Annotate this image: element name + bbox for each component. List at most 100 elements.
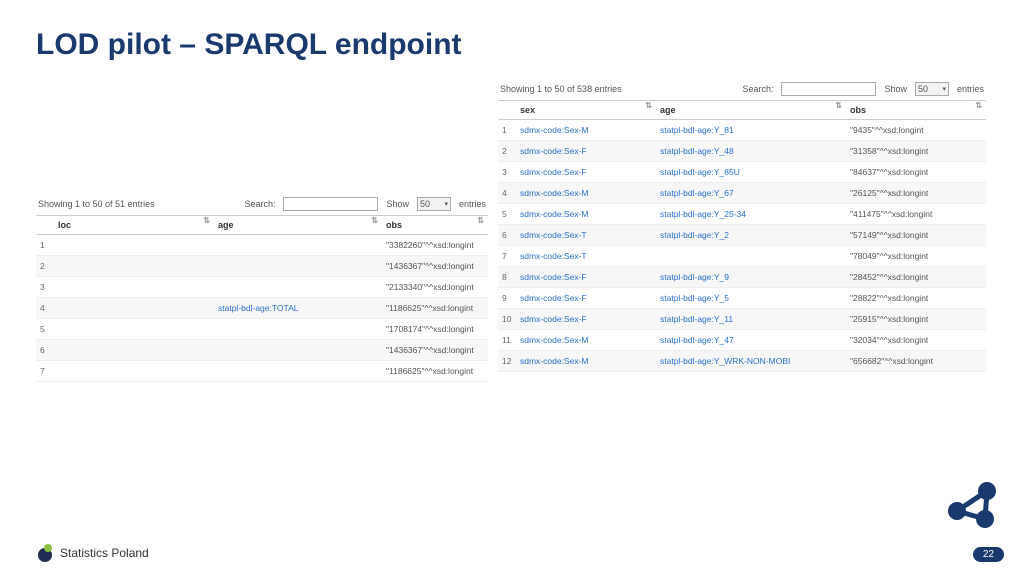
search-input[interactable]	[283, 197, 378, 211]
col-obs[interactable]: obs⇅	[382, 216, 488, 235]
table-row: 11sdmx-code:Sex-Mstatpl-bdl-age:Y_47"320…	[498, 330, 986, 351]
showing-text: Showing 1 to 50 of 538 entries	[500, 84, 622, 94]
col-loc[interactable]: loc⇅	[54, 216, 214, 235]
page-size-value: 50	[918, 84, 928, 94]
row-index: 5	[498, 204, 516, 225]
col-sex[interactable]: sex⇅	[516, 101, 656, 120]
table-row: 4statpl-bdl-age:TOTAL"1186625"^^xsd:long…	[36, 298, 488, 319]
table-row: 7 "1186625"^^xsd:longint	[36, 361, 488, 382]
cell-loc[interactable]	[54, 340, 214, 361]
page-size-select[interactable]: 50 ▾	[417, 197, 451, 211]
page-size-select[interactable]: 50 ▾	[915, 82, 949, 96]
table-row: 8sdmx-code:Sex-Fstatpl-bdl-age:Y_9"28452…	[498, 267, 986, 288]
logo-icon	[36, 544, 54, 562]
cell-age[interactable]: statpl-bdl-age:Y_2	[656, 225, 846, 246]
row-index: 1	[498, 120, 516, 141]
col-index[interactable]	[498, 101, 516, 120]
cell-sex[interactable]: sdmx-code:Sex-F	[516, 288, 656, 309]
table-row: 7sdmx-code:Sex-T "78049"^^xsd:longint	[498, 246, 986, 267]
cell-age[interactable]: statpl-bdl-age:Y_48	[656, 141, 846, 162]
cell-loc[interactable]	[54, 361, 214, 382]
cell-sex[interactable]: sdmx-code:Sex-F	[516, 141, 656, 162]
cell-sex[interactable]: sdmx-code:Sex-M	[516, 351, 656, 372]
entries-label: entries	[459, 199, 486, 209]
table-row: 2sdmx-code:Sex-Fstatpl-bdl-age:Y_48"3135…	[498, 141, 986, 162]
search-label: Search:	[244, 199, 275, 209]
cell-age[interactable]: statpl-bdl-age:Y_67	[656, 183, 846, 204]
entries-label: entries	[957, 84, 984, 94]
row-index: 11	[498, 330, 516, 351]
show-label: Show	[386, 199, 409, 209]
search-label: Search:	[742, 84, 773, 94]
cell-age[interactable]	[214, 340, 382, 361]
cell-obs: "31358"^^xsd:longint	[846, 141, 986, 162]
cell-sex[interactable]: sdmx-code:Sex-F	[516, 162, 656, 183]
slide-title: LOD pilot – SPARQL endpoint	[36, 28, 462, 62]
results-table-left: Showing 1 to 50 of 51 entries Search: Sh…	[36, 193, 488, 382]
table-row: 3"2133340"^^xsd:longint	[36, 277, 488, 298]
sort-icon: ⇅	[371, 218, 378, 224]
cell-age[interactable]: statpl-bdl-age:Y_5	[656, 288, 846, 309]
table-row: 10sdmx-code:Sex-Fstatpl-bdl-age:Y_11"259…	[498, 309, 986, 330]
col-age[interactable]: age⇅	[214, 216, 382, 235]
cell-loc[interactable]	[54, 256, 214, 277]
cell-obs: "1436367"^^xsd:longint	[382, 256, 488, 277]
cell-age[interactable]: statpl-bdl-age:TOTAL	[214, 298, 382, 319]
row-index: 2	[498, 141, 516, 162]
table-row: 9sdmx-code:Sex-Fstatpl-bdl-age:Y_5"28822…	[498, 288, 986, 309]
cell-age[interactable]	[214, 319, 382, 340]
row-index: 2	[36, 256, 54, 277]
cell-age[interactable]: statpl-bdl-age:Y_WRK-NON-MOBI	[656, 351, 846, 372]
cell-age[interactable]: statpl-bdl-age:Y_9	[656, 267, 846, 288]
cell-obs: "3382260"^^xsd:longint	[382, 235, 488, 256]
cell-sex[interactable]: sdmx-code:Sex-T	[516, 225, 656, 246]
cell-sex[interactable]: sdmx-code:Sex-M	[516, 183, 656, 204]
table-controls: Showing 1 to 50 of 538 entries Search: S…	[498, 78, 986, 100]
table-row: 1sdmx-code:Sex-Mstatpl-bdl-age:Y_81"9435…	[498, 120, 986, 141]
cell-loc[interactable]	[54, 235, 214, 256]
results-table-right: Showing 1 to 50 of 538 entries Search: S…	[498, 78, 986, 372]
cell-obs: "28452"^^xsd:longint	[846, 267, 986, 288]
cell-obs: "1186625"^^xsd:longint	[382, 361, 488, 382]
cell-age[interactable]: statpl-bdl-age:Y_11	[656, 309, 846, 330]
cell-sex[interactable]: sdmx-code:Sex-M	[516, 330, 656, 351]
row-index: 6	[498, 225, 516, 246]
cell-age[interactable]: statpl-bdl-age:Y_85U	[656, 162, 846, 183]
rdf-icon	[944, 476, 1000, 532]
show-label: Show	[884, 84, 907, 94]
cell-loc[interactable]	[54, 319, 214, 340]
cell-sex[interactable]: sdmx-code:Sex-M	[516, 204, 656, 225]
search-input[interactable]	[781, 82, 876, 96]
cell-age[interactable]: statpl-bdl-age:Y_25-34	[656, 204, 846, 225]
cell-loc[interactable]	[54, 298, 214, 319]
col-age[interactable]: age⇅	[656, 101, 846, 120]
cell-age[interactable]: statpl-bdl-age:Y_81	[656, 120, 846, 141]
cell-age[interactable]	[214, 277, 382, 298]
row-index: 7	[498, 246, 516, 267]
chevron-down-icon: ▾	[942, 85, 946, 93]
row-index: 5	[36, 319, 54, 340]
cell-obs: "26125"^^xsd:longint	[846, 183, 986, 204]
cell-obs: "25915"^^xsd:longint	[846, 309, 986, 330]
cell-sex[interactable]: sdmx-code:Sex-F	[516, 267, 656, 288]
cell-age[interactable]	[656, 246, 846, 267]
table-row: 3sdmx-code:Sex-Fstatpl-bdl-age:Y_85U"846…	[498, 162, 986, 183]
cell-sex[interactable]: sdmx-code:Sex-M	[516, 120, 656, 141]
col-index[interactable]	[36, 216, 54, 235]
cell-age[interactable]: statpl-bdl-age:Y_47	[656, 330, 846, 351]
cell-obs: "57149"^^xsd:longint	[846, 225, 986, 246]
table-row: 2 "1436367"^^xsd:longint	[36, 256, 488, 277]
cell-age[interactable]	[214, 256, 382, 277]
showing-text: Showing 1 to 50 of 51 entries	[38, 199, 155, 209]
cell-loc[interactable]	[54, 277, 214, 298]
row-index: 7	[36, 361, 54, 382]
col-obs[interactable]: obs⇅	[846, 101, 986, 120]
cell-obs: "28822"^^xsd:longint	[846, 288, 986, 309]
row-index: 8	[498, 267, 516, 288]
cell-sex[interactable]: sdmx-code:Sex-T	[516, 246, 656, 267]
cell-age[interactable]	[214, 235, 382, 256]
sort-icon: ⇅	[975, 103, 982, 109]
cell-age[interactable]	[214, 361, 382, 382]
cell-obs: "78049"^^xsd:longint	[846, 246, 986, 267]
cell-sex[interactable]: sdmx-code:Sex-F	[516, 309, 656, 330]
